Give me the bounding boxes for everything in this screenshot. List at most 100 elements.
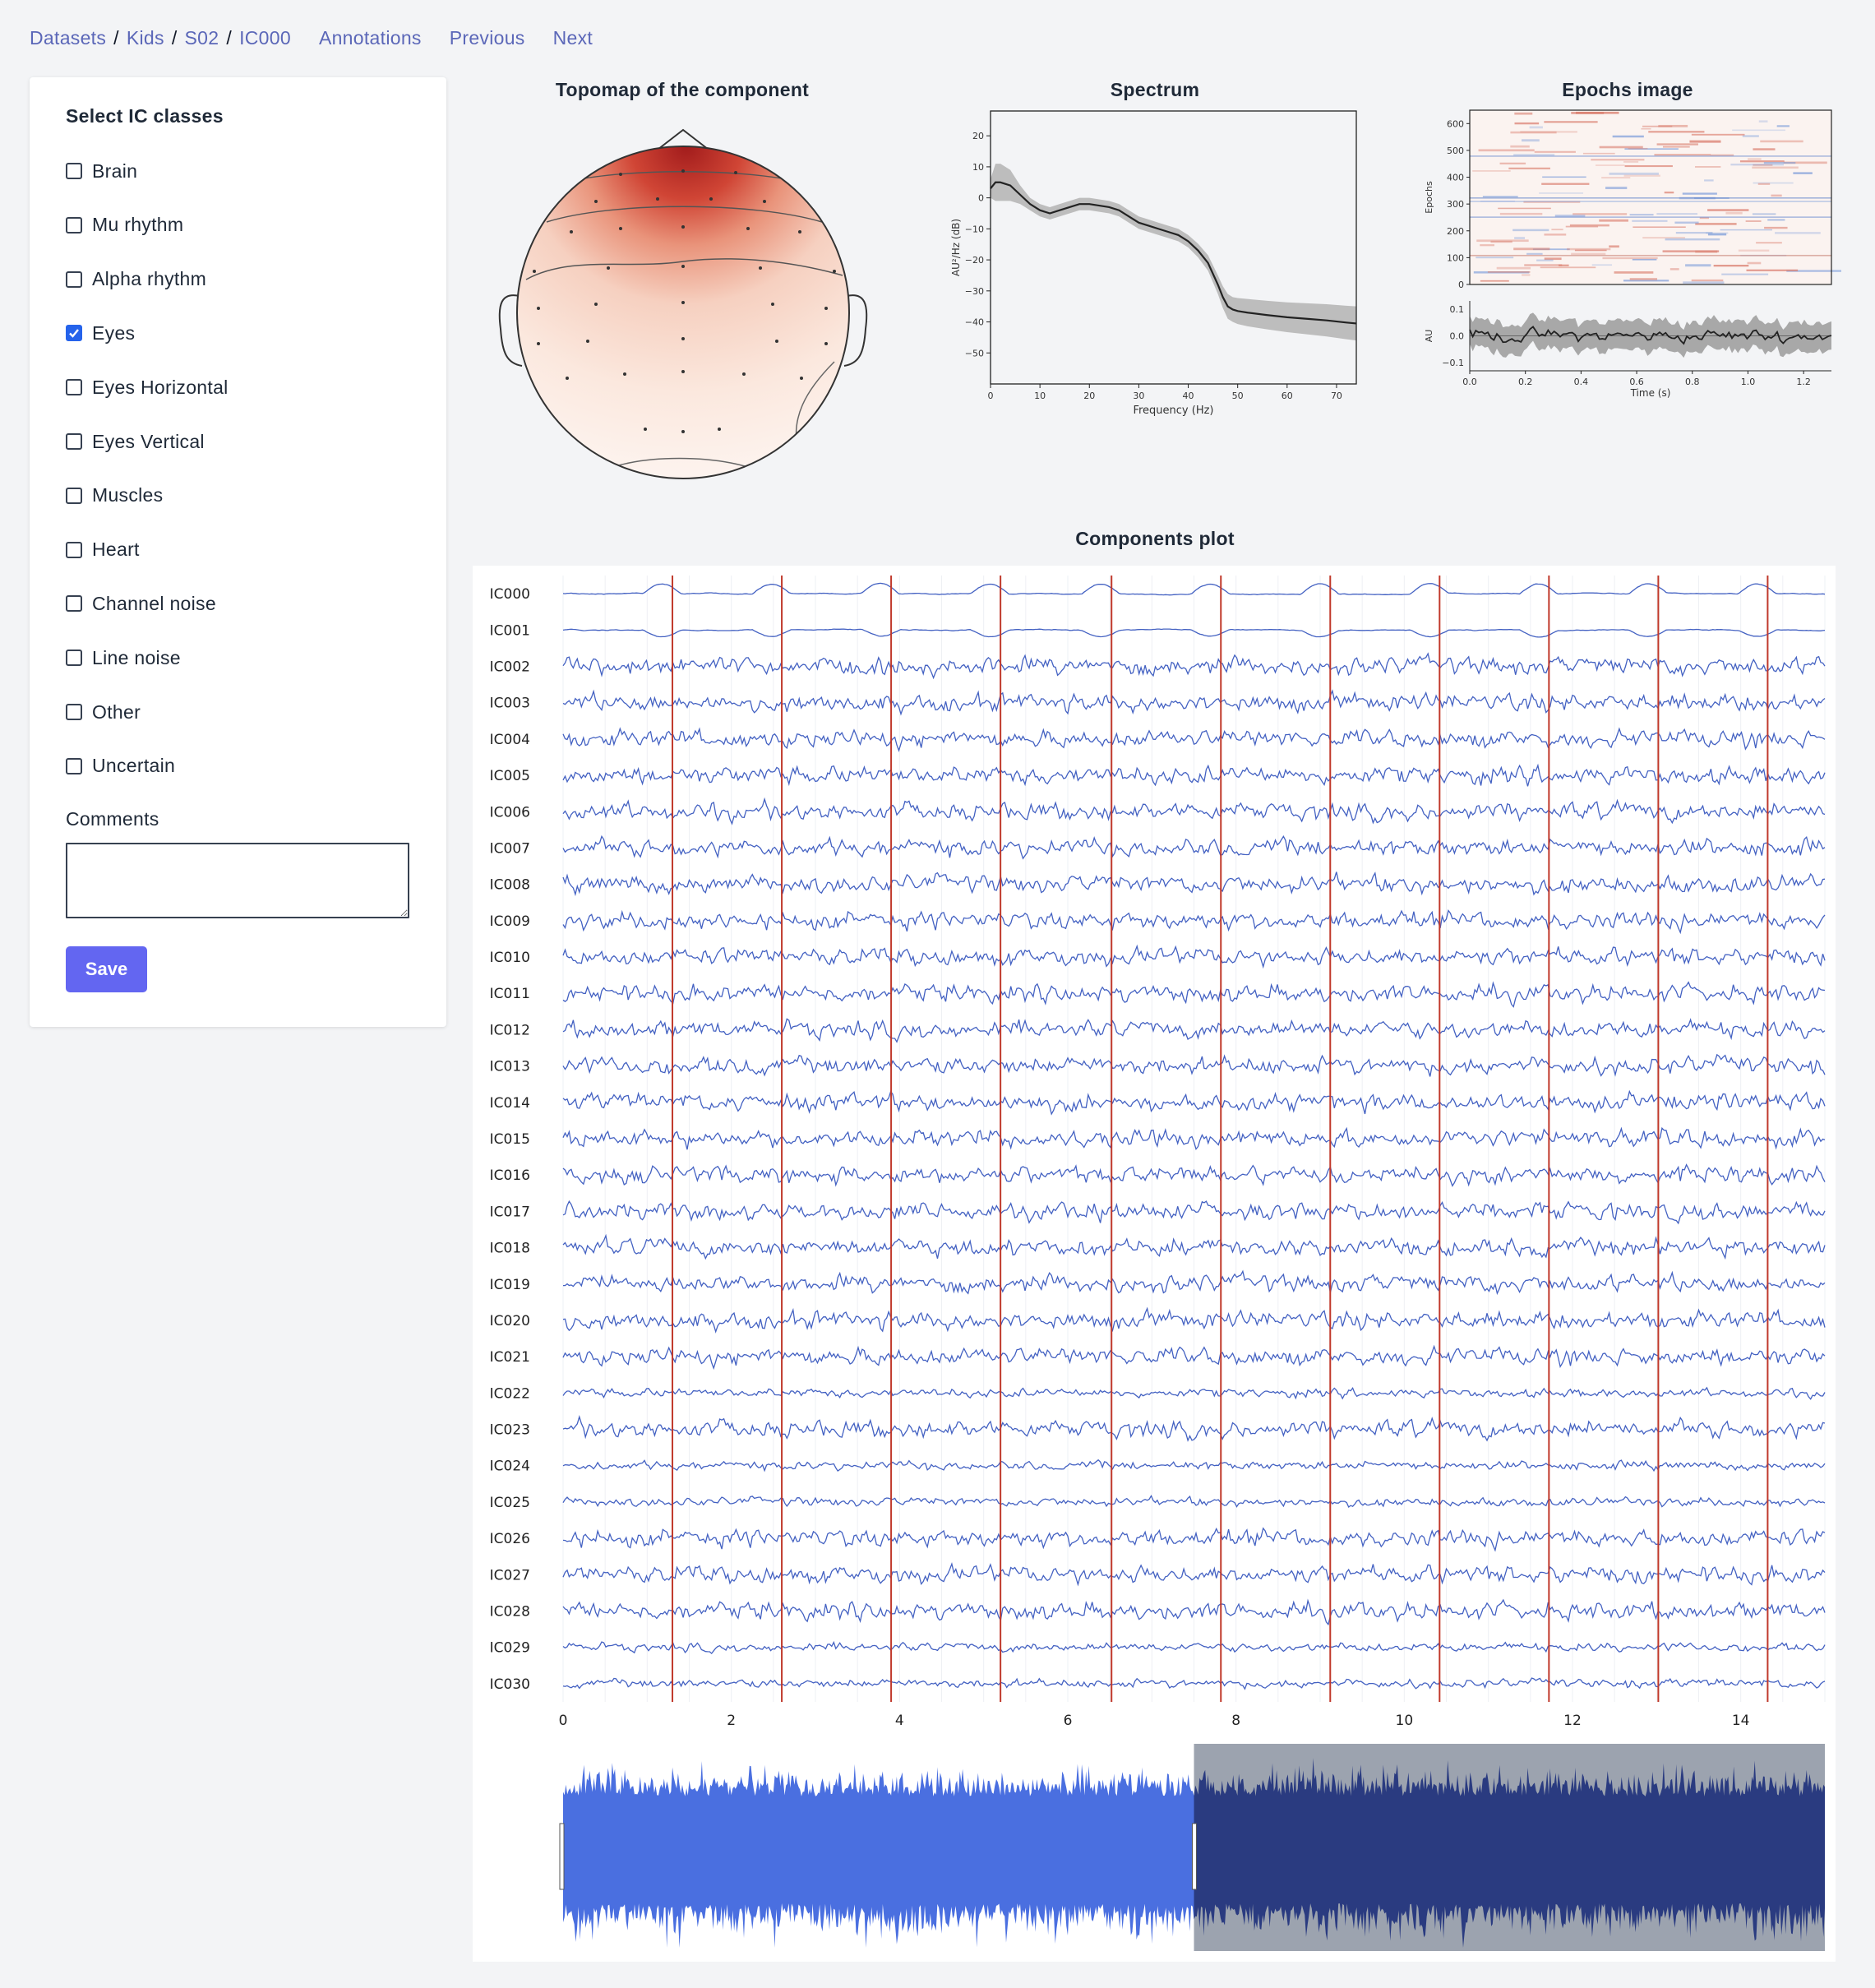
class-option-mu-rhythm[interactable]: Mu rhythm	[66, 213, 183, 238]
epoch-stripe	[1496, 266, 1531, 270]
epoch-stripe	[1757, 183, 1771, 185]
spectrum-xlabel: Frequency (Hz)	[1133, 405, 1213, 417]
range-slider-selected-signal	[563, 1760, 1194, 1948]
y-tick-label: 500	[1447, 146, 1464, 156]
spectrum-title: Spectrum	[1110, 79, 1200, 100]
epoch-stripe	[1642, 237, 1685, 239]
epoch-stripe	[1656, 143, 1698, 146]
sensor-dot	[742, 372, 746, 376]
class-option-label: Eyes Horizontal	[92, 376, 229, 398]
class-option-alpha-rhythm[interactable]: Alpha rhythm	[66, 267, 206, 292]
checkbox-icon[interactable]	[66, 757, 82, 774]
y-tick-label: −10	[965, 224, 984, 234]
checkbox-checked-icon[interactable]	[66, 325, 82, 342]
annotations-link[interactable]: Annotations	[319, 27, 422, 49]
epochs-title: Epochs image	[1562, 79, 1693, 100]
comments-textarea[interactable]	[66, 843, 409, 918]
epoch-stripe	[1689, 140, 1721, 143]
class-option-label: Eyes Vertical	[92, 430, 205, 452]
epoch-stripe	[1654, 154, 1711, 156]
class-option-brain[interactable]: Brain	[66, 159, 137, 183]
class-option-uncertain[interactable]: Uncertain	[66, 754, 175, 779]
class-option-eyes-horizontal[interactable]: Eyes Horizontal	[66, 375, 229, 400]
spectrum-frame	[990, 110, 1357, 385]
epoch-stripe	[1753, 148, 1776, 150]
class-option-other[interactable]: Other	[66, 700, 141, 724]
save-button[interactable]: Save	[66, 946, 147, 992]
breadcrumb-separator: /	[113, 26, 119, 49]
channel-label: IC008	[490, 877, 530, 894]
epoch-stripe	[1691, 279, 1724, 282]
range-slider-left-handle[interactable]	[559, 1823, 565, 1890]
checkbox-icon[interactable]	[66, 487, 82, 504]
epoch-stripe	[1524, 264, 1563, 266]
epoch-stripe	[1707, 209, 1749, 211]
sensor-dot	[681, 265, 685, 268]
epoch-stripe	[1498, 207, 1551, 210]
class-option-channel-noise[interactable]: Channel noise	[66, 591, 216, 616]
y-tick-label: 0.1	[1450, 304, 1465, 315]
channel-label: IC015	[490, 1131, 530, 1148]
x-tick-label: 10	[1034, 391, 1046, 401]
epoch-stripe	[1695, 166, 1721, 168]
y-tick-label: −50	[965, 348, 984, 358]
epoch-stripe	[1771, 194, 1782, 197]
epoch-stripe	[1775, 232, 1821, 234]
epoch-stripe	[1470, 254, 1831, 257]
sensor-dot	[533, 270, 536, 273]
checkbox-icon[interactable]	[66, 270, 82, 288]
epoch-stripe	[1582, 152, 1615, 155]
class-option-eyes-vertical[interactable]: Eyes Vertical	[66, 429, 205, 454]
breadcrumb-s02-link[interactable]: S02	[185, 27, 219, 49]
channel-label: IC020	[490, 1313, 530, 1329]
class-option-eyes[interactable]: Eyes	[66, 321, 135, 345]
checkbox-icon[interactable]	[66, 379, 82, 396]
previous-link[interactable]: Previous	[450, 27, 525, 49]
epoch-stripe	[1669, 268, 1679, 270]
breadcrumb-ic000-link[interactable]: IC000	[239, 27, 291, 49]
sensor-dot	[594, 200, 598, 203]
channel-label: IC009	[490, 913, 530, 930]
epoch-stripe	[1544, 121, 1598, 123]
epoch-stripe	[1602, 257, 1658, 260]
comments-label: Comments	[66, 808, 159, 830]
class-option-heart[interactable]: Heart	[66, 538, 140, 562]
epoch-stripe	[1632, 220, 1668, 222]
breadcrumb-datasets-link[interactable]: Datasets	[30, 27, 106, 49]
components-plot[interactable]: IC000 IC001 IC002 IC003 IC004 IC005 IC006 IC007…	[473, 566, 1836, 1962]
range-slider[interactable]	[559, 1744, 1825, 1951]
epoch-stripe	[1685, 264, 1711, 267]
checkbox-icon[interactable]	[66, 163, 82, 179]
checkbox-icon[interactable]	[66, 704, 82, 720]
y-tick-label: 0	[978, 193, 984, 204]
epoch-stripe	[1629, 278, 1658, 280]
checkbox-icon[interactable]	[66, 650, 82, 667]
channel-label: IC022	[490, 1385, 530, 1402]
breadcrumb-kids-link[interactable]: Kids	[127, 27, 164, 49]
epoch-stripe	[1599, 219, 1628, 222]
class-option-label: Other	[92, 700, 141, 723]
channel-label: IC024	[490, 1459, 530, 1475]
x-tick-label: 2	[727, 1713, 736, 1729]
x-tick-label: 0.4	[1574, 377, 1589, 387]
class-option-line-noise[interactable]: Line noise	[66, 645, 181, 670]
y-tick-label: 200	[1447, 226, 1464, 237]
checkbox-icon[interactable]	[66, 216, 82, 233]
sensor-dot	[586, 340, 589, 343]
channel-label: IC029	[490, 1640, 530, 1657]
checkbox-icon[interactable]	[66, 595, 82, 613]
x-tick-label: 12	[1563, 1713, 1582, 1729]
epochs-ylabel: Epochs	[1424, 181, 1434, 214]
sensor-dot	[681, 370, 685, 373]
checkbox-icon[interactable]	[66, 541, 82, 558]
sensor-dot	[763, 200, 766, 203]
class-option-muscles[interactable]: Muscles	[66, 483, 163, 508]
range-slider-right-handle[interactable]	[1192, 1823, 1197, 1890]
sensor-dot	[681, 225, 685, 229]
x-tick-label: 50	[1232, 391, 1244, 401]
checkbox-icon[interactable]	[66, 433, 82, 450]
channel-label: IC019	[490, 1277, 530, 1293]
epoch-stripe	[1665, 238, 1720, 241]
epoch-stripe	[1544, 233, 1567, 236]
next-link[interactable]: Next	[553, 27, 593, 49]
